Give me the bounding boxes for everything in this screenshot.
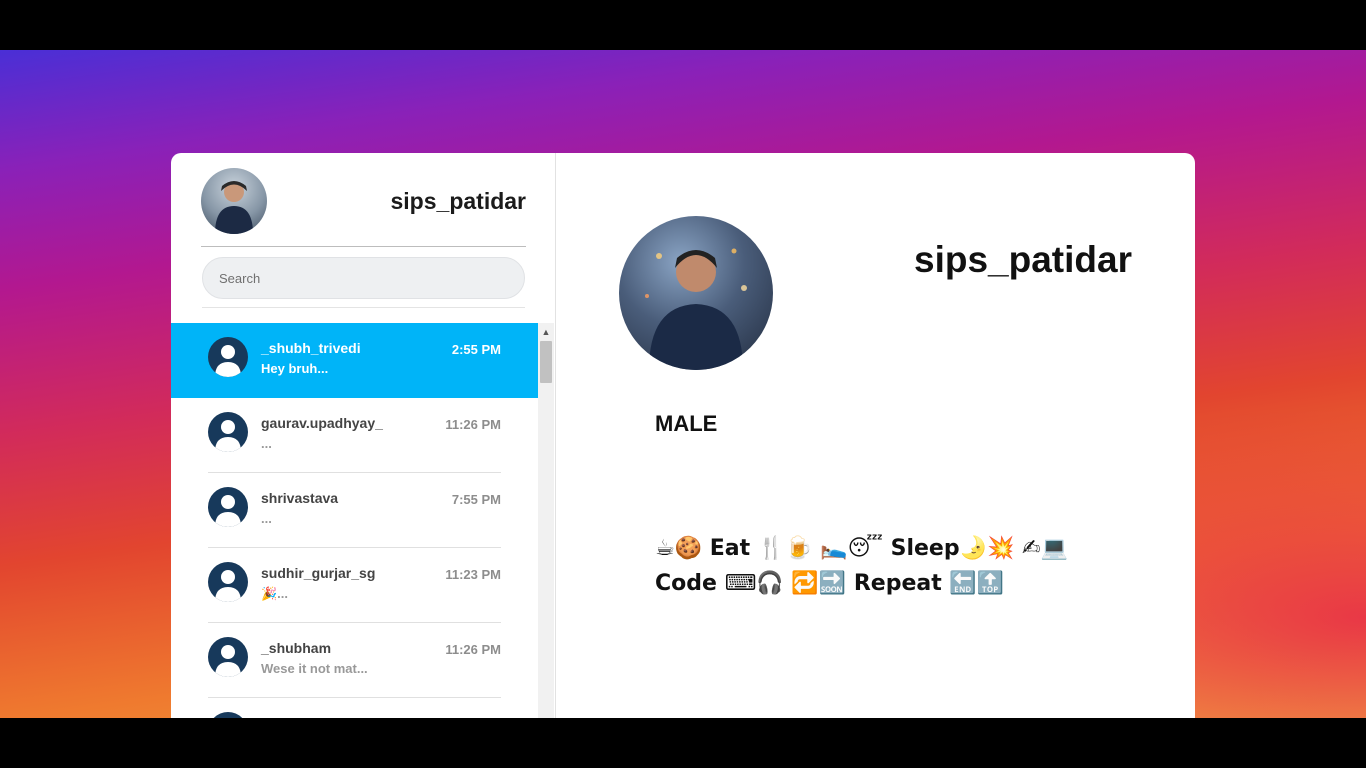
chat-item-active[interactable]: _shubh_trivedi 2:55 PM Hey bruh... bbox=[171, 323, 538, 398]
chat-time: 2:55 PM bbox=[451, 342, 501, 357]
chat-item[interactable] bbox=[171, 698, 538, 718]
chat-name: _shubh_trivedi bbox=[261, 340, 361, 356]
chat-last-message: ... bbox=[261, 436, 272, 451]
chat-item[interactable]: sudhir_gurjar_sg 11:23 PM 🎉... bbox=[171, 548, 538, 623]
chat-last-message: 🎉... bbox=[261, 586, 289, 601]
chat-item[interactable]: shrivastava 7:55 PM ... bbox=[171, 473, 538, 548]
chat-time: 11:26 PM bbox=[445, 417, 501, 432]
profile-username: sips_patidar bbox=[914, 239, 1132, 280]
bottom-letterbox-bar bbox=[0, 718, 1366, 768]
user-avatar-icon bbox=[208, 487, 248, 527]
profile-gender: MALE bbox=[655, 411, 718, 436]
user-avatar-icon bbox=[208, 412, 248, 452]
profile-bio: ☕🍪 Eat 🍴🍺 🛌😴 Sleep🌛💥 ✍💻 Code ⌨🎧 🔁🔜 Repea… bbox=[655, 536, 1068, 596]
sidebar-profile-header: sips_patidar bbox=[201, 168, 526, 247]
chat-last-message: ... bbox=[261, 511, 272, 526]
search-input[interactable] bbox=[202, 257, 525, 299]
user-avatar-icon bbox=[208, 562, 248, 602]
chat-last-message: Wese it not mat... bbox=[261, 661, 368, 676]
chat-name: _shubham bbox=[261, 640, 332, 656]
chat-time: 7:55 PM bbox=[451, 492, 501, 507]
user-avatar-icon bbox=[208, 712, 248, 718]
scroll-up-arrow-icon[interactable]: ▲ bbox=[538, 325, 554, 339]
scroll-thumb[interactable] bbox=[540, 341, 552, 383]
user-avatar-icon bbox=[208, 637, 248, 677]
chat-name: sudhir_gurjar_sg bbox=[261, 565, 376, 581]
sidebar-username: sips_patidar bbox=[390, 188, 527, 214]
profile-avatar-small[interactable] bbox=[201, 168, 267, 234]
chat-item[interactable]: gaurav.upadhyay_ 11:26 PM ... bbox=[171, 398, 538, 473]
chat-name: gaurav.upadhyay_ bbox=[261, 415, 383, 431]
chat-item[interactable]: _shubham 11:26 PM Wese it not mat... bbox=[171, 623, 538, 698]
chat-last-message: Hey bruh... bbox=[261, 361, 329, 376]
profile-avatar-large bbox=[619, 216, 773, 370]
divider bbox=[202, 307, 525, 308]
chat-app-card: sips_patidar _shubh_trivedi 2:55 PM Hey … bbox=[171, 153, 1195, 718]
sidebar: sips_patidar _shubh_trivedi 2:55 PM Hey … bbox=[171, 153, 556, 718]
user-avatar-icon bbox=[208, 337, 248, 377]
top-letterbox-bar bbox=[0, 0, 1366, 50]
chat-time: 11:23 PM bbox=[445, 567, 501, 582]
chat-time: 11:26 PM bbox=[445, 642, 501, 657]
chat-list-scrollbar[interactable]: ▲ bbox=[538, 323, 554, 718]
chat-name: shrivastava bbox=[261, 490, 339, 506]
chat-list: _shubh_trivedi 2:55 PM Hey bruh... gaura… bbox=[171, 323, 538, 718]
